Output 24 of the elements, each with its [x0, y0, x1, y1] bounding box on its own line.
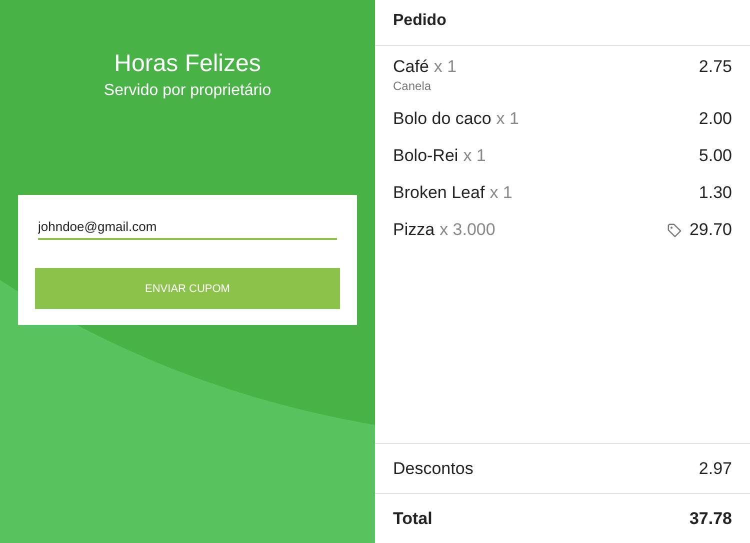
- total-value: 37.78: [689, 508, 732, 528]
- item-price: 2.00: [698, 108, 732, 130]
- item-quantity: x 1: [434, 56, 457, 78]
- item-quantity: x 3.000: [440, 219, 496, 241]
- item-price: 5.00: [698, 145, 732, 167]
- item-name: Bolo-Rei: [393, 145, 458, 167]
- item-price: 29.70: [689, 219, 732, 241]
- email-field[interactable]: johndoe@gmail.com: [38, 217, 337, 240]
- item-quantity: x 1: [463, 145, 486, 167]
- item-price: 1.30: [698, 182, 732, 204]
- total-label: Total: [393, 508, 432, 528]
- item-name: Bolo do caco: [393, 108, 492, 130]
- item-note: Canela: [393, 79, 432, 93]
- item-name: Café: [393, 56, 429, 78]
- discounts-label: Descontos: [393, 458, 474, 478]
- order-title: Pedido: [375, 0, 750, 46]
- item-quantity: x 1: [496, 108, 519, 130]
- promo-subtitle: Servido por proprietário: [104, 81, 272, 101]
- item-quantity: x 1: [490, 182, 512, 204]
- discounts-value: 2.97: [698, 458, 732, 478]
- item-price: 2.75: [698, 56, 732, 78]
- item-name: Broken Leaf: [393, 182, 485, 204]
- item-name: Pizza: [393, 219, 435, 241]
- promo-title: Horas Felizes: [114, 49, 261, 79]
